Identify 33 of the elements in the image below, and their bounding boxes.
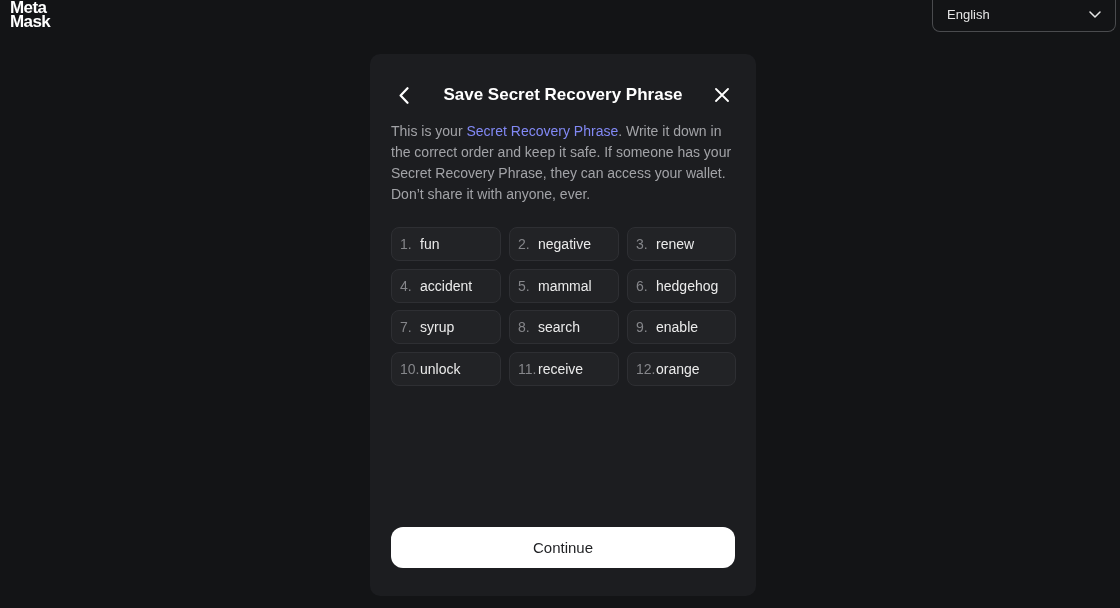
word-text: accident <box>420 277 473 294</box>
description-text: This is your Secret Recovery Phrase. Write it down in the correct order and keep it safe. If someone has your Secret Recovery Phrase, they can access your wallet. Don’t share it with anyone, ever. <box>391 122 733 204</box>
word-text: renew <box>656 236 695 252</box>
word-number: 12. <box>636 360 656 377</box>
close-icon <box>715 88 729 102</box>
continue-button[interactable]: Continue <box>391 527 735 568</box>
dialog-title: Save Secret Recovery Phrase <box>443 85 683 105</box>
word-text: receive <box>538 360 584 377</box>
word-number: 11. <box>518 360 538 377</box>
logo: Meta Mask <box>10 0 51 29</box>
word-number: 10. <box>400 360 420 377</box>
word-text: search <box>538 319 581 335</box>
word-text: enable <box>656 319 699 335</box>
word-text: negative <box>538 236 591 252</box>
word-number: 5. <box>518 277 531 294</box>
word-text: unlock <box>420 360 461 377</box>
recovery-phrase-link[interactable]: Secret Recovery Phrase <box>466 123 619 139</box>
word-number: 7. <box>400 319 413 335</box>
word-number: 1. <box>400 236 413 252</box>
word-text: fun <box>420 236 440 252</box>
word-number: 2. <box>518 236 531 252</box>
word-number: 4. <box>400 277 413 294</box>
chevron-down-icon <box>1089 11 1101 18</box>
word-text: hedgehog <box>656 277 719 294</box>
word-text: mammal <box>538 277 592 294</box>
word-text: orange <box>656 360 700 377</box>
chevron-left-icon <box>399 86 409 104</box>
word-text: syrup <box>420 319 455 335</box>
word-number: 8. <box>518 319 531 335</box>
word-number: 9. <box>636 319 649 335</box>
word-number: 3. <box>636 236 649 252</box>
word-number: 6. <box>636 277 649 294</box>
language-select[interactable]: English <box>932 0 1116 32</box>
